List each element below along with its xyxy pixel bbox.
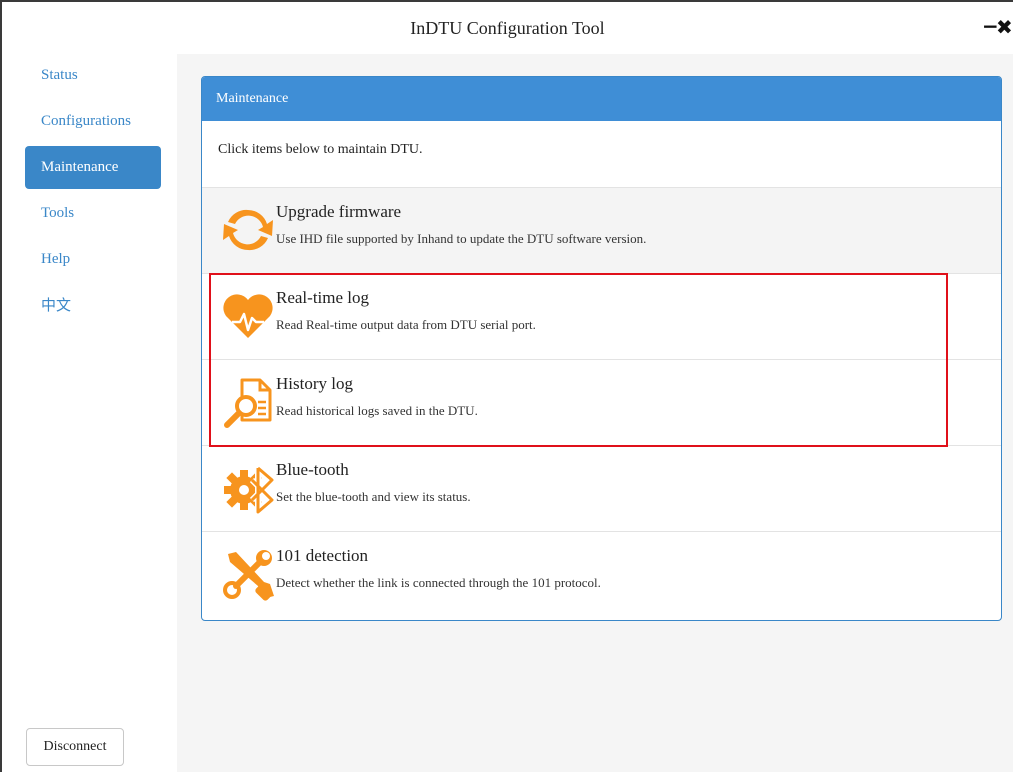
heartbeat-icon	[223, 294, 273, 338]
window-title: InDTU Configuration Tool	[410, 18, 605, 38]
sidebar-item-language[interactable]: 中文	[25, 284, 161, 327]
maintenance-item-real-time-log[interactable]: Real-time log Read Real-time output data…	[202, 274, 1001, 360]
item-title: History log	[276, 374, 353, 393]
item-title: Upgrade firmware	[276, 202, 402, 221]
sidebar: Status Configurations Maintenance Tools …	[2, 54, 177, 772]
item-description: Set the blue-tooth and view its status.	[276, 489, 471, 504]
sidebar-item-configurations[interactable]: Configurations	[25, 100, 161, 143]
app-window: InDTU Configuration Tool − ✖ Status Conf…	[0, 0, 1013, 772]
sidebar-item-tools[interactable]: Tools	[25, 192, 161, 235]
panel-intro-text: Click items below to maintain DTU.	[202, 121, 1001, 188]
sidebar-item-maintenance[interactable]: Maintenance	[25, 146, 161, 189]
disconnect-button[interactable]: Disconnect	[26, 728, 124, 766]
maintenance-item-upgrade-firmware[interactable]: Upgrade firmware Use IHD file supported …	[202, 188, 1001, 274]
title-bar: InDTU Configuration Tool − ✖	[2, 2, 1013, 54]
item-title: 101 detection	[276, 546, 369, 565]
maintenance-item-history-log[interactable]: History log Read historical logs saved i…	[202, 360, 1001, 446]
item-title: Blue-tooth	[276, 460, 349, 479]
item-description: Use IHD file supported by Inhand to upda…	[276, 231, 647, 246]
refresh-icon	[223, 209, 273, 251]
gear-bluetooth-icon	[224, 465, 275, 515]
panel-heading: Maintenance	[202, 77, 1001, 121]
item-description: Read Real-time output data from DTU seri…	[276, 317, 536, 332]
file-search-icon	[224, 378, 272, 428]
item-description: Detect whether the link is connected thr…	[276, 575, 601, 590]
maintenance-item-101-detection[interactable]: 101 detection Detect whether the link is…	[202, 532, 1001, 618]
maintenance-item-bluetooth[interactable]: Blue-tooth Set the blue-tooth and view i…	[202, 446, 1001, 532]
item-title: Real-time log	[276, 288, 370, 307]
sidebar-item-help[interactable]: Help	[25, 238, 161, 281]
main-content: Maintenance Click items below to maintai…	[177, 54, 1013, 772]
maintenance-panel: Maintenance Click items below to maintai…	[201, 76, 1002, 621]
sidebar-item-status[interactable]: Status	[25, 54, 161, 97]
item-description: Read historical logs saved in the DTU.	[276, 403, 478, 418]
tools-icon	[223, 550, 274, 601]
close-button[interactable]: ✖	[996, 15, 1013, 39]
